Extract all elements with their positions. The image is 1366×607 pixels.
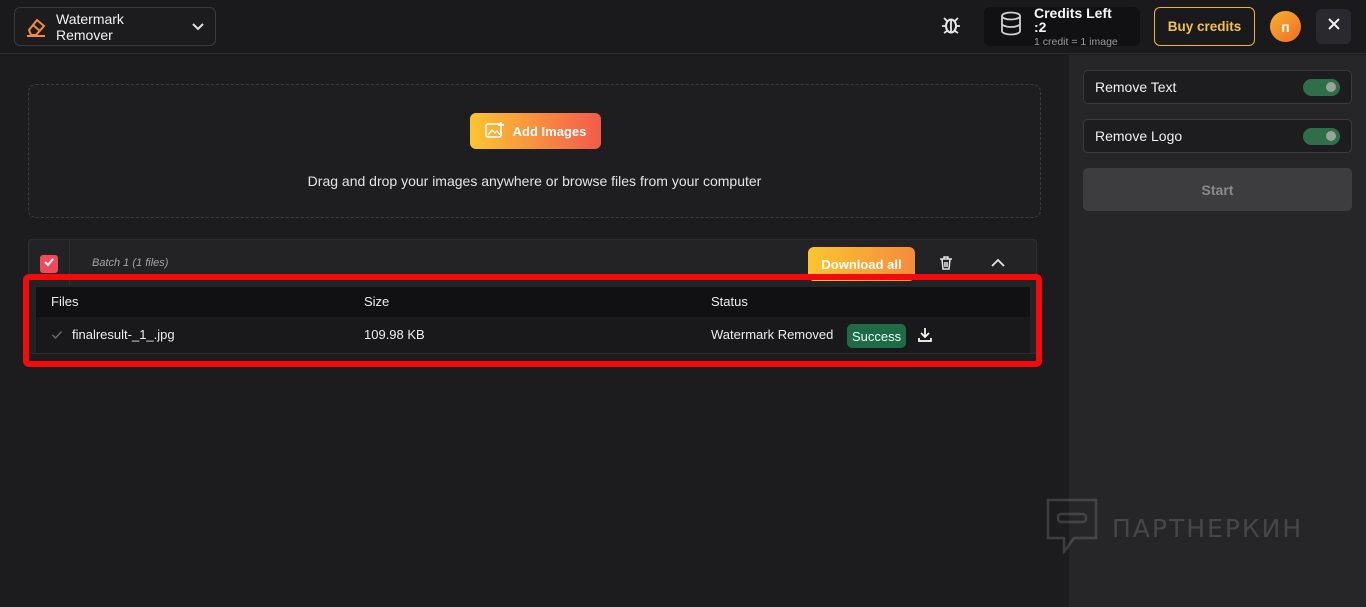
batch-card: Batch 1 (1 files) Download all Files Siz… (28, 239, 1037, 354)
credits-left: Credits Left :2 (1034, 4, 1112, 35)
chat-bubble-icon (1046, 498, 1098, 559)
toggle-knob (1326, 82, 1336, 92)
batch-label: Batch 1 (1 files) (92, 257, 169, 269)
bug-report-button[interactable] (934, 10, 968, 44)
remove-text-option: Remove Text (1083, 70, 1352, 104)
app-title: Watermark Remover (56, 10, 124, 43)
check-icon (51, 328, 63, 340)
upload-dropzone[interactable]: Add Images Drag and drop your images any… (28, 84, 1041, 218)
download-icon[interactable] (916, 326, 934, 344)
top-bar: Watermark Remover Credits Left :2 1 cred… (0, 0, 1366, 54)
file-name: finalresult-_1_.jpg (72, 327, 175, 342)
file-status: Watermark Removed (711, 327, 834, 342)
watermark-logo: ПАРТНЕРКИН (1046, 498, 1303, 559)
status-badge: Success (847, 324, 907, 348)
file-size: 109.98 KB (364, 327, 425, 342)
column-status: Status (711, 294, 748, 309)
close-button[interactable] (1316, 9, 1351, 44)
start-button[interactable]: Start (1083, 168, 1352, 211)
check-icon (43, 255, 55, 273)
add-images-button[interactable]: Add Images (470, 113, 601, 149)
remove-logo-option: Remove Logo (1083, 119, 1352, 153)
toggle-knob (1326, 131, 1336, 141)
remove-text-toggle[interactable] (1303, 78, 1340, 96)
column-files: Files (51, 294, 79, 309)
collapse-batch-button[interactable] (987, 254, 1009, 276)
close-icon (1327, 17, 1341, 36)
column-size: Size (364, 294, 390, 309)
divider (69, 240, 70, 286)
eraser-icon (25, 16, 47, 38)
files-table: Files Size Status finalresult-_1_.jpg 10… (36, 287, 1030, 353)
dropzone-hint: Drag and drop your images anywhere or br… (307, 173, 762, 189)
chevron-down-icon (191, 20, 205, 34)
buy-credits-button[interactable]: Buy credits (1154, 7, 1255, 46)
avatar[interactable]: п (1270, 11, 1301, 42)
watermark-text: ПАРТНЕРКИН (1112, 514, 1304, 543)
remove-text-label: Remove Text (1095, 79, 1177, 95)
download-all-button[interactable]: Download all (808, 247, 915, 281)
trash-icon (938, 255, 954, 276)
bug-icon (940, 14, 962, 41)
batch-checkbox[interactable] (40, 255, 58, 273)
table-header: Files Size Status (36, 287, 1030, 317)
credits-rate: 1 credit = 1 image (1034, 35, 1118, 48)
batch-header: Batch 1 (1 files) Download all (29, 240, 1036, 286)
image-add-icon (484, 121, 505, 142)
remove-logo-label: Remove Logo (1095, 128, 1183, 144)
delete-batch-button[interactable] (935, 254, 957, 276)
add-images-label: Add Images (512, 123, 587, 139)
app-switcher-dropdown[interactable]: Watermark Remover (14, 7, 216, 46)
remove-logo-toggle[interactable] (1303, 127, 1340, 145)
credits-panel: Credits Left :2 1 credit = 1 image (984, 4, 1140, 48)
chevron-up-icon (990, 255, 1006, 276)
database-icon (999, 11, 1023, 42)
